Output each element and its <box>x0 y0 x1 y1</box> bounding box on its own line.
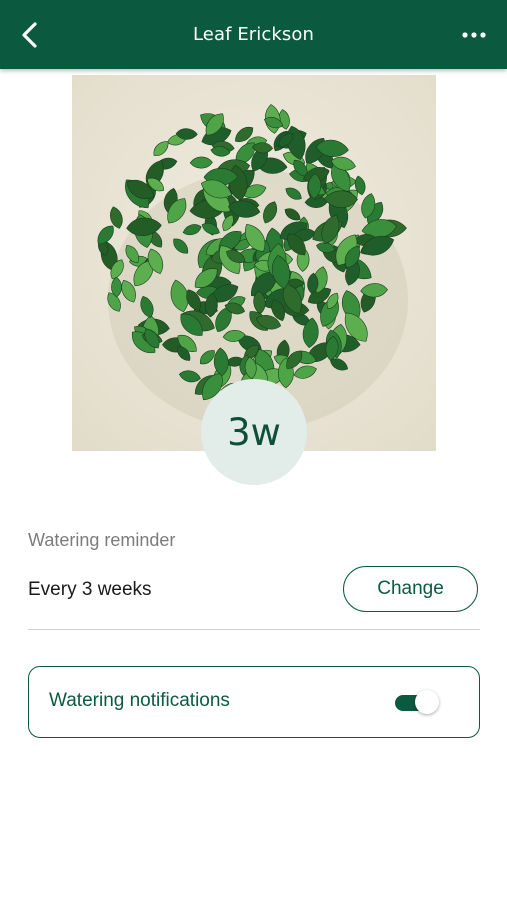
change-button[interactable]: Change <box>343 566 478 612</box>
watering-reminder-label: Watering reminder <box>28 530 176 550</box>
back-button[interactable] <box>12 15 48 55</box>
watering-schedule-value: Every 3 weeks <box>28 579 152 600</box>
more-options-button[interactable] <box>459 22 489 48</box>
more-horizontal-icon <box>462 32 486 38</box>
toggle-knob <box>415 690 439 714</box>
app-header: Leaf Erickson <box>0 0 507 69</box>
page-title: Leaf Erickson <box>192 24 315 45</box>
watering-interval-badge: 3w <box>201 379 307 485</box>
chevron-left-icon <box>22 22 37 48</box>
divider <box>28 629 480 630</box>
watering-notifications-label: Watering notifications <box>49 690 230 711</box>
watering-notifications-toggle[interactable] <box>395 690 439 714</box>
watering-notifications-row: Watering notifications <box>28 666 480 738</box>
